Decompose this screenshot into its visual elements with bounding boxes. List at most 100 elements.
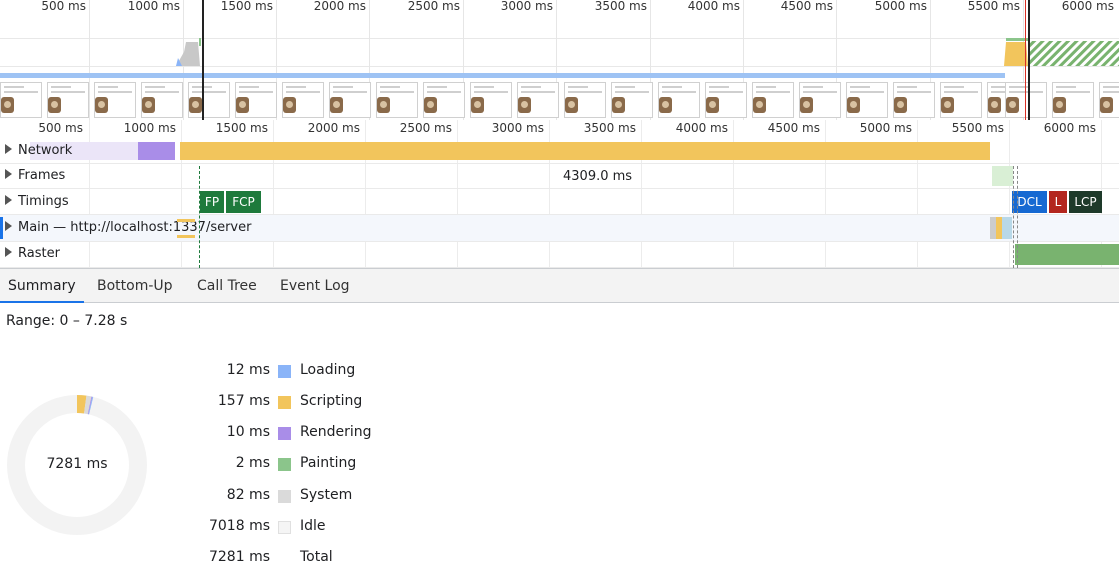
fp-line <box>199 166 200 268</box>
raster-task-block[interactable] <box>1015 244 1119 265</box>
overview-tick-label: 2000 ms <box>313 0 366 13</box>
timeline-overview[interactable]: 500 ms 1000 ms 1500 ms 2000 ms 2500 ms 3… <box>0 0 1119 120</box>
network-track-label[interactable]: Network <box>5 143 72 158</box>
network-track[interactable]: Network <box>0 139 1119 164</box>
frame-block[interactable] <box>992 166 1013 186</box>
raster-track-label[interactable]: Raster <box>5 246 60 261</box>
painting-swatch <box>278 458 291 471</box>
screenshot-thumbnail[interactable] <box>846 82 888 118</box>
frames-track[interactable]: Frames 4309.0 ms <box>0 164 1119 189</box>
frame-duration[interactable]: 4309.0 ms <box>563 169 632 184</box>
ruler-tick-label: 4000 ms <box>675 121 728 135</box>
main-task-block[interactable] <box>1002 217 1012 239</box>
overview-tick-label: 5000 ms <box>874 0 927 13</box>
overview-tick-label: 3500 ms <box>594 0 647 13</box>
screenshot-thumbnail[interactable] <box>376 82 418 118</box>
screenshot-thumbnail[interactable] <box>423 82 465 118</box>
ruler-tick-label: 2000 ms <box>307 121 360 135</box>
ruler-tick-label: 2500 ms <box>399 121 452 135</box>
frames-track-label[interactable]: Frames <box>5 168 65 183</box>
fcp-marker[interactable]: FCP <box>226 191 261 213</box>
fp-marker[interactable]: FP <box>200 191 224 213</box>
summary-value: 10 ms <box>226 424 270 440</box>
overview-tick-label: 2500 ms <box>407 0 460 13</box>
main-thread-track[interactable]: Main — http://localhost:1337/server <box>0 215 1119 242</box>
idle-swatch <box>278 521 291 534</box>
expand-triangle-icon[interactable] <box>5 169 12 179</box>
tab-event-log[interactable]: Event Log <box>272 269 358 303</box>
tab-call-tree[interactable]: Call Tree <box>189 269 265 303</box>
expand-triangle-icon[interactable] <box>5 221 12 231</box>
timings-track-label[interactable]: Timings <box>5 194 69 209</box>
summary-label: Painting <box>300 455 357 471</box>
loading-swatch <box>278 365 291 378</box>
screenshot-thumbnail[interactable] <box>1052 82 1094 118</box>
screenshot-thumbnail[interactable] <box>47 82 89 118</box>
screenshot-thumbnail[interactable] <box>517 82 559 118</box>
screenshot-thumbnail[interactable] <box>705 82 747 118</box>
system-swatch <box>278 490 291 503</box>
summary-value: 12 ms <box>226 362 270 378</box>
summary-row-scripting: 157 ms Scripting <box>160 393 420 413</box>
lcp-marker[interactable]: LCP <box>1069 191 1102 213</box>
summary-label: Scripting <box>300 393 363 409</box>
raster-track[interactable]: Raster <box>0 242 1119 268</box>
screenshot-thumbnail[interactable] <box>94 82 136 118</box>
summary-value: 7281 ms <box>208 549 270 565</box>
screenshot-thumbnail[interactable] <box>752 82 794 118</box>
screenshot-thumbnail[interactable] <box>1005 82 1047 118</box>
summary-label: Loading <box>300 362 356 378</box>
range-label: Range: 0 – 7.28 s <box>6 313 128 329</box>
screenshot-thumbnail[interactable] <box>282 82 324 118</box>
screenshot-thumbnail[interactable] <box>799 82 841 118</box>
overview-tick-label: 500 ms <box>41 0 86 13</box>
overview-tick-label: 4000 ms <box>687 0 740 13</box>
summary-value: 7018 ms <box>208 518 270 534</box>
selection-start-handle[interactable] <box>202 0 204 120</box>
dcl-line <box>1013 166 1014 268</box>
ruler-tick-label: 5000 ms <box>859 121 912 135</box>
screenshot-thumbnail[interactable] <box>470 82 512 118</box>
screenshot-thumbnail[interactable] <box>235 82 277 118</box>
ruler-tick-label: 1000 ms <box>123 121 176 135</box>
ruler-tick-label: 5500 ms <box>951 121 1004 135</box>
overview-tick-label: 1000 ms <box>127 0 180 13</box>
screenshot-thumbnail[interactable] <box>188 82 230 118</box>
screenshot-thumbnail[interactable] <box>141 82 183 118</box>
network-request-bar[interactable] <box>180 142 990 160</box>
expand-triangle-icon[interactable] <box>5 247 12 257</box>
selection-end-handle[interactable] <box>1028 0 1030 120</box>
network-overview-bar <box>0 73 1005 78</box>
load-marker[interactable]: L <box>1049 191 1067 213</box>
summary-row-idle: 7018 ms Idle <box>160 518 420 538</box>
screenshot-thumbnail[interactable] <box>893 82 935 118</box>
summary-label: System <box>300 487 353 503</box>
screenshot-thumbnail[interactable] <box>611 82 653 118</box>
screenshot-thumbnail[interactable] <box>329 82 371 118</box>
screenshot-thumbnail[interactable] <box>658 82 700 118</box>
screenshot-thumbnail[interactable] <box>564 82 606 118</box>
cpu-activity-chart <box>176 38 1119 66</box>
main-thread-track-label[interactable]: Main — http://localhost:1337/server <box>5 220 251 235</box>
timings-track[interactable]: Timings FP FCP DCL L LCP <box>0 189 1119 215</box>
summary-row-loading: 12 ms Loading <box>160 362 420 382</box>
network-request-bar[interactable] <box>138 142 175 160</box>
time-ruler[interactable]: 500 ms 1000 ms 1500 ms 2000 ms 2500 ms 3… <box>0 120 1119 140</box>
main-task-block[interactable] <box>177 219 195 222</box>
summary-value: 2 ms <box>235 455 270 471</box>
tab-bottom-up[interactable]: Bottom-Up <box>89 269 181 303</box>
screenshot-thumbnail[interactable] <box>0 82 42 118</box>
ruler-tick-label: 4500 ms <box>767 121 820 135</box>
load-event-line <box>1025 0 1026 120</box>
screenshot-thumbnail[interactable] <box>940 82 982 118</box>
overview-tick-label: 5500 ms <box>967 0 1020 13</box>
main-task-block[interactable] <box>177 235 195 238</box>
screenshot-thumbnail[interactable] <box>1099 82 1119 118</box>
ruler-tick-label: 3000 ms <box>491 121 544 135</box>
expand-triangle-icon[interactable] <box>5 195 12 205</box>
tab-summary[interactable]: Summary <box>0 269 84 303</box>
expand-triangle-icon[interactable] <box>5 144 12 154</box>
overview-tick-label: 1500 ms <box>220 0 273 13</box>
summary-label: Idle <box>300 518 326 534</box>
ruler-tick-label: 1500 ms <box>215 121 268 135</box>
